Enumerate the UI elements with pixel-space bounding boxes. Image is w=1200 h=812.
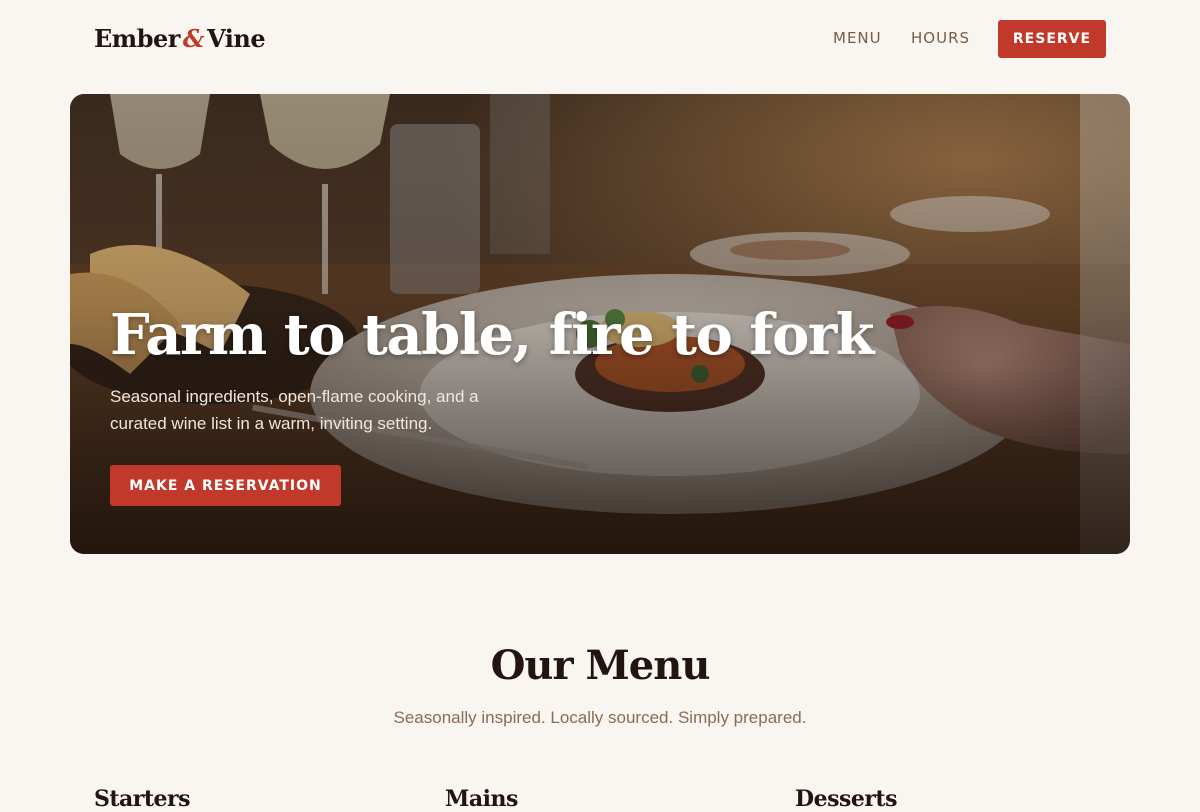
make-reservation-button[interactable]: MAKE A RESERVATION [110,465,341,506]
menu-category-starters: Starters [94,786,191,812]
brand-logo[interactable]: Ember & Vine [94,24,266,53]
hero-title: Farm to table, fire to fork [110,302,875,368]
logo-word-ember: Ember [94,24,180,53]
logo-word-vine: Vine [207,24,266,53]
menu-section-title: Our Menu [490,642,711,689]
site-header: Ember & Vine MENU HOURS RESERVE [0,0,1200,78]
reserve-button[interactable]: RESERVE [998,20,1106,58]
menu-category-mains: Mains [445,786,518,812]
menu-category-desserts: Desserts [795,786,897,812]
logo-ampersand: & [182,24,205,53]
hero-banner: Farm to table, fire to fork Seasonal ing… [70,94,1130,554]
menu-section-subtitle: Seasonally inspired. Locally sourced. Si… [393,708,807,727]
nav-link-menu[interactable]: MENU [833,29,882,47]
hero-subtitle: Seasonal ingredients, open-flame cooking… [110,387,479,433]
nav-link-hours[interactable]: HOURS [911,29,970,47]
